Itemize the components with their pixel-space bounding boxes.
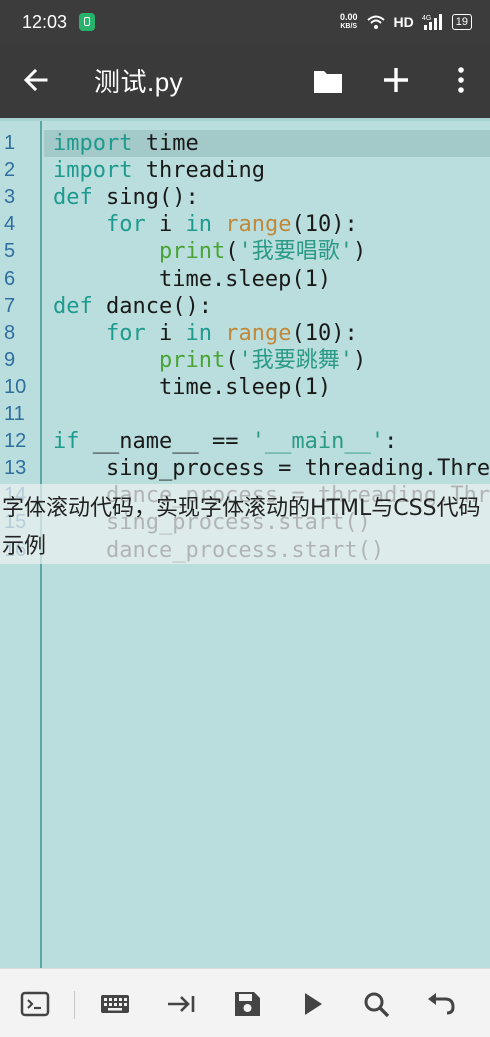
toolbar-divider (74, 991, 75, 1019)
code-text[interactable]: if __name__ == '__main__': (53, 428, 397, 455)
keyboard-icon[interactable] (100, 991, 130, 1017)
line-number: 12 (4, 430, 27, 453)
line-number: 9 (4, 348, 16, 371)
code-line[interactable]: 2 import threading (0, 157, 490, 184)
code-text[interactable]: time.sleep(1) (53, 374, 331, 401)
line-number: 5 (4, 240, 16, 263)
code-text[interactable]: def sing(): (53, 184, 199, 211)
code-line[interactable]: 9 print('我要跳舞') (0, 347, 490, 374)
run-icon[interactable] (298, 991, 328, 1017)
app-bar: 测试.py (0, 44, 490, 118)
undo-icon[interactable] (426, 991, 456, 1017)
code-text[interactable]: print('我要唱歌') (53, 238, 366, 265)
file-title: 测试.py (94, 67, 184, 97)
hd-indicator: HD (393, 14, 414, 30)
code-text[interactable]: def dance(): (53, 293, 212, 320)
code-text[interactable]: import time (53, 130, 199, 157)
code-line[interactable]: 7 def dance(): (0, 293, 490, 320)
wifi-icon (366, 15, 385, 29)
status-bar: 12:03 0.00 KB/S HD 4G 19 (0, 0, 490, 44)
code-line[interactable]: 6 time.sleep(1) (0, 266, 490, 293)
code-line[interactable]: 11 (0, 401, 490, 428)
line-number: 4 (4, 213, 16, 236)
code-text[interactable]: for i in range(10): (53, 211, 358, 238)
code-line[interactable]: 1 import time (0, 130, 490, 157)
folder-icon[interactable] (312, 66, 344, 96)
code-text[interactable]: import threading (53, 157, 265, 184)
code-line[interactable]: 8 for i in range(10): (0, 320, 490, 347)
network-speed: 0.00 KB/S (340, 13, 358, 31)
code-line[interactable]: 10 time.sleep(1) (0, 374, 490, 401)
line-number: 7 (4, 294, 16, 317)
line-number: 11 (4, 403, 25, 425)
more-vert-icon[interactable] (452, 64, 470, 96)
network-speed-unit: KB/S (340, 23, 358, 30)
signal-label: 4G (422, 15, 431, 22)
signal-icon: 4G (422, 14, 442, 30)
notification-app-icon (79, 13, 96, 31)
line-number: 6 (4, 267, 16, 290)
save-icon[interactable] (232, 991, 262, 1017)
code-text[interactable]: sing_process = threading.Thre (53, 455, 490, 482)
code-text[interactable]: print('我要跳舞') (53, 347, 366, 374)
code-line[interactable]: 4 for i in range(10): (0, 211, 490, 238)
line-number: 3 (4, 186, 16, 209)
status-indicators: 0.00 KB/S HD 4G 19 (340, 13, 472, 31)
line-number: 13 (4, 457, 27, 480)
code-line[interactable]: 5 print('我要唱歌') (0, 238, 490, 265)
add-icon[interactable] (380, 64, 412, 96)
code-line[interactable]: 12 if __name__ == '__main__': (0, 428, 490, 455)
status-time: 12:03 (22, 11, 68, 32)
code-line[interactable]: 3 def sing(): (0, 184, 490, 211)
terminal-icon[interactable] (20, 991, 50, 1017)
back-arrow-icon[interactable] (20, 64, 52, 96)
overlay-caption: 字体滚动代码，实现字体滚动的HTML与CSS代码示例 (0, 484, 490, 564)
line-number: 2 (4, 159, 16, 182)
line-number: 8 (4, 321, 16, 344)
search-icon[interactable] (362, 991, 392, 1017)
bottom-toolbar (0, 968, 490, 1037)
line-number: 1 (4, 132, 16, 154)
network-speed-value: 0.00 (339, 12, 358, 22)
code-text[interactable]: for i in range(10): (53, 320, 358, 347)
line-number: 10 (4, 375, 27, 398)
code-text[interactable]: time.sleep(1) (53, 266, 331, 293)
code-line[interactable]: 13 sing_process = threading.Thre (0, 455, 490, 482)
battery-indicator: 19 (451, 14, 472, 30)
tab-icon[interactable] (166, 991, 196, 1017)
